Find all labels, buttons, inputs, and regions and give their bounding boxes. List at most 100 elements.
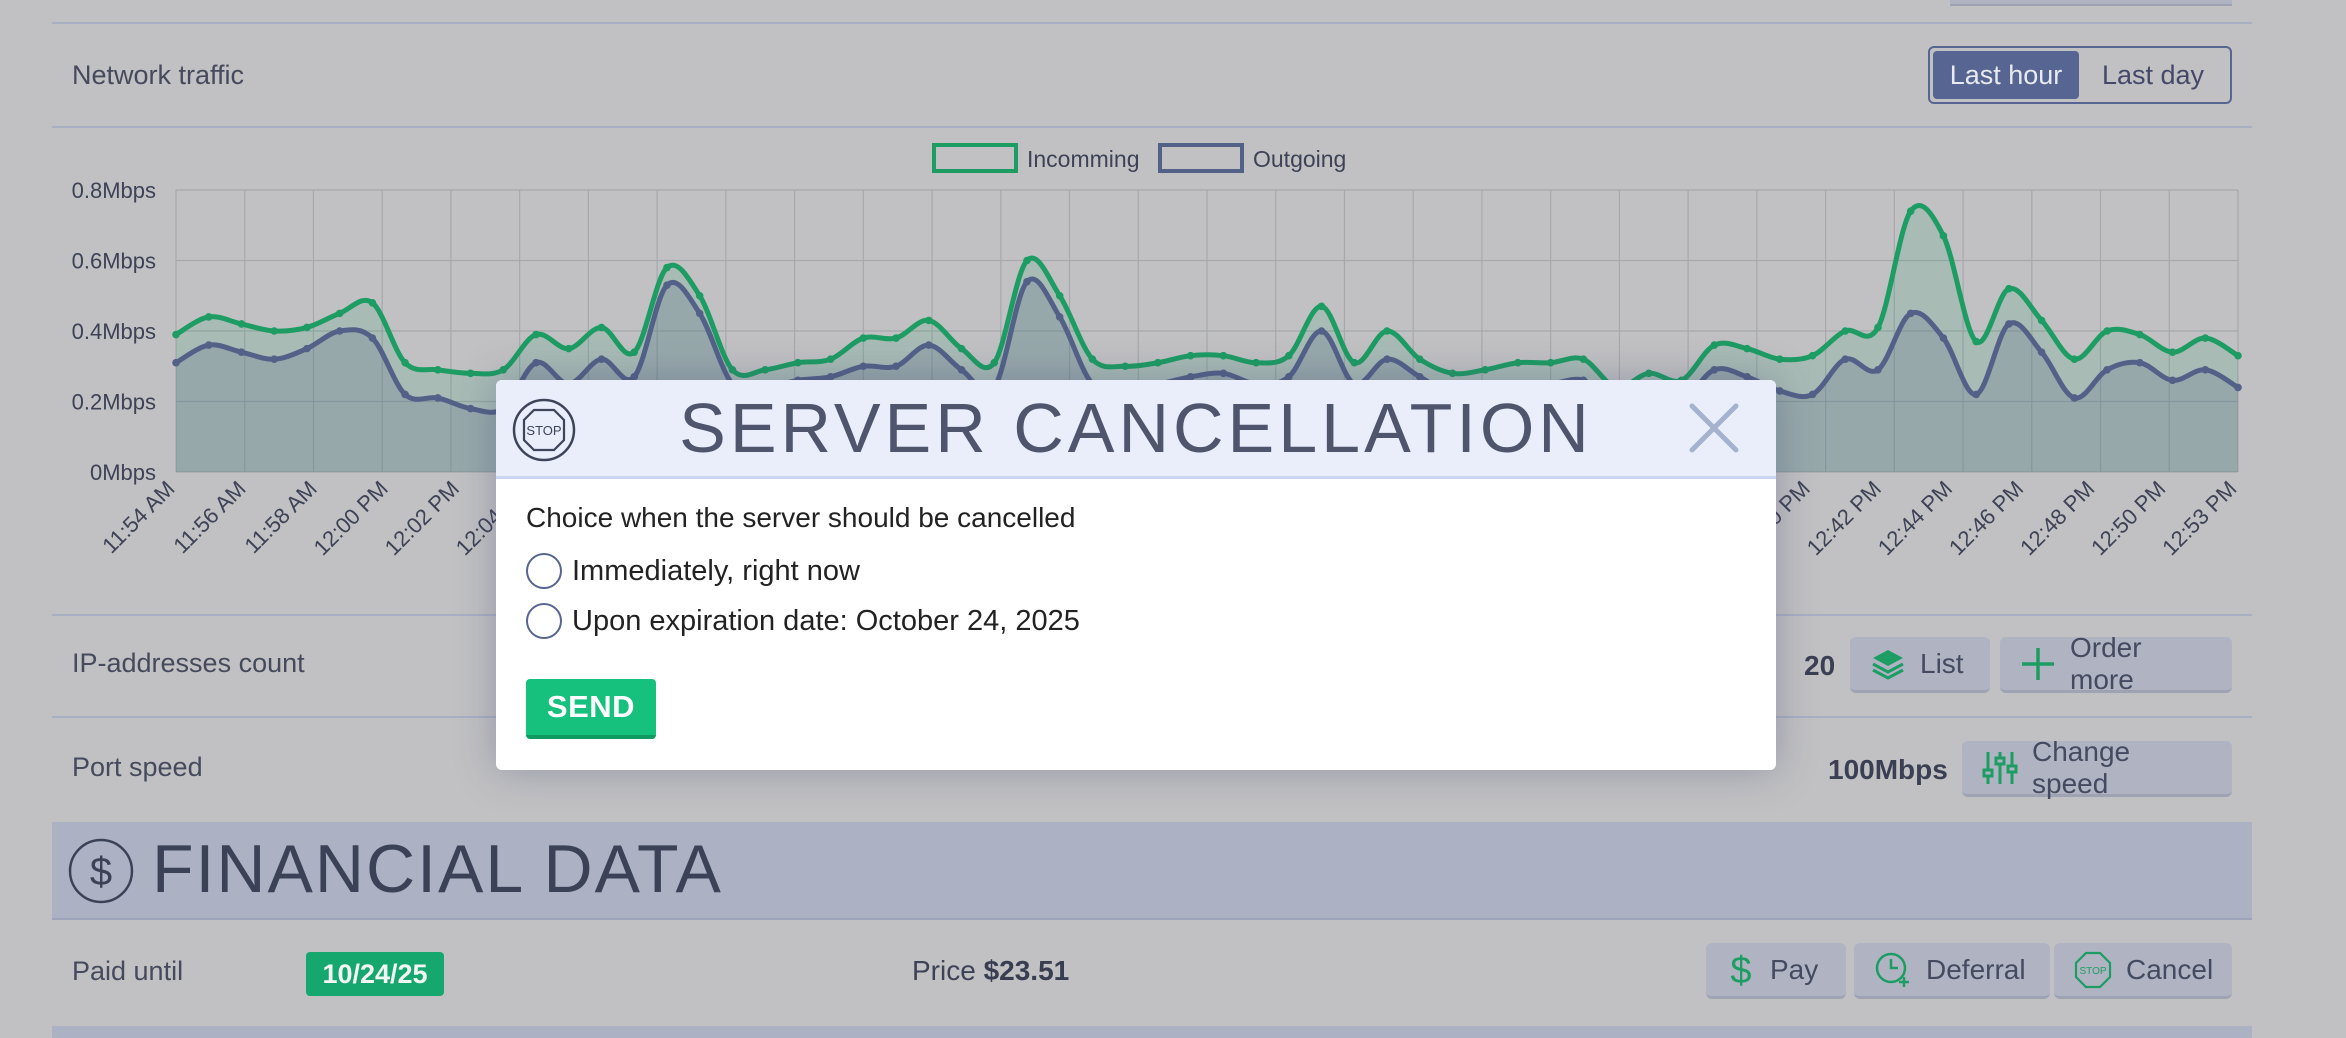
data-point xyxy=(957,344,966,353)
data-point xyxy=(172,358,180,367)
data-point xyxy=(237,320,246,328)
x-tick-label: 12:53 PM xyxy=(2157,476,2241,560)
legend-swatch-incomming xyxy=(932,143,1018,173)
data-point xyxy=(924,316,933,325)
data-point xyxy=(695,291,704,300)
data-point xyxy=(335,327,344,335)
data-point xyxy=(1448,369,1457,378)
data-point xyxy=(204,341,213,349)
data-point xyxy=(630,348,639,356)
paid-until-badge: 10/24/25 xyxy=(306,952,444,996)
data-point xyxy=(1088,355,1097,364)
x-tick-label: 12:48 PM xyxy=(2015,476,2099,560)
y-tick-label: 0.6Mbps xyxy=(72,249,156,274)
data-point xyxy=(892,334,900,342)
data-point xyxy=(1972,337,1980,346)
data-point xyxy=(466,369,475,378)
financial-data-title: FINANCIAL DATA xyxy=(152,831,723,907)
data-point xyxy=(859,362,868,371)
data-point xyxy=(728,365,737,374)
data-point xyxy=(1743,344,1751,353)
dollar-circle-icon: $ xyxy=(68,838,134,904)
data-point xyxy=(1775,387,1784,395)
data-point xyxy=(2005,284,2013,293)
data-point xyxy=(2037,316,2046,325)
deferral-label: Deferral xyxy=(1926,953,2026,985)
data-point xyxy=(1939,334,1948,342)
data-point xyxy=(1285,351,1293,360)
order-more-button[interactable]: Order more xyxy=(2000,632,2232,695)
data-point xyxy=(597,355,606,364)
cancel-button[interactable]: STOP Cancel xyxy=(2054,943,2232,999)
x-tick-label: 12:42 PM xyxy=(1802,476,1886,560)
data-point xyxy=(2103,327,2111,335)
data-point xyxy=(1317,327,1326,335)
data-point xyxy=(826,355,835,364)
next-row-edge xyxy=(52,1026,2252,1038)
data-point xyxy=(1514,358,1522,367)
section-divider xyxy=(52,22,2252,24)
data-point xyxy=(1055,313,1064,321)
y-tick-label: 0.8Mbps xyxy=(72,178,156,203)
data-point xyxy=(1055,291,1064,300)
data-point xyxy=(1841,327,1850,335)
data-point xyxy=(1154,358,1162,367)
option-expiration[interactable]: Upon expiration date: October 24, 2025 xyxy=(526,603,1080,639)
paid-until-label: Paid until xyxy=(72,956,184,986)
data-point xyxy=(2201,334,2210,342)
data-point xyxy=(1546,358,1555,367)
server-cancellation-modal: STOP SERVER CANCELLATION Choice when the… xyxy=(496,380,1776,770)
option-immediately-label: Immediately, right now xyxy=(572,554,860,587)
range-last-day-button[interactable]: Last day xyxy=(2083,51,2223,99)
data-point xyxy=(270,355,278,364)
order-more-label: Order more xyxy=(2070,631,2142,695)
ip-list-button[interactable]: List xyxy=(1850,637,1990,693)
data-point xyxy=(335,309,344,318)
data-point xyxy=(2005,320,2013,328)
data-point xyxy=(1415,355,1424,364)
ip-count-value: 20 xyxy=(1804,650,1836,681)
x-tick-label: 12:50 PM xyxy=(2086,476,2170,560)
price-value: $23.51 xyxy=(983,955,1070,986)
x-tick-label: 12:44 PM xyxy=(1873,476,1957,560)
data-point xyxy=(1350,358,1359,367)
svg-text:$: $ xyxy=(90,850,112,894)
data-point xyxy=(1808,351,1817,360)
data-point xyxy=(1186,351,1195,360)
change-speed-button[interactable]: Change speed xyxy=(1962,736,2232,799)
data-point xyxy=(1808,390,1817,399)
change-speed-label: Change speed xyxy=(2032,735,2131,799)
send-button[interactable]: SEND xyxy=(526,679,656,739)
modal-title: SERVER CANCELLATION xyxy=(679,389,1593,467)
data-point xyxy=(1874,323,1882,332)
cancel-label: Cancel xyxy=(2126,953,2214,985)
x-tick-label: 12:46 PM xyxy=(1944,476,2028,560)
data-point xyxy=(564,344,573,353)
y-tick-label: 0.2Mbps xyxy=(72,390,156,415)
deferral-button[interactable]: Deferral xyxy=(1854,943,2050,999)
radio-expiration[interactable] xyxy=(526,603,562,639)
data-point xyxy=(924,341,933,349)
data-point xyxy=(1874,365,1882,374)
range-last-hour-button[interactable]: Last hour xyxy=(1933,51,2079,99)
data-point xyxy=(1841,355,1850,364)
option-immediately[interactable]: Immediately, right now xyxy=(526,553,860,589)
data-point xyxy=(957,365,966,374)
radio-immediately[interactable] xyxy=(526,553,562,589)
data-point xyxy=(990,358,999,367)
data-point xyxy=(1710,341,1719,349)
data-point xyxy=(1383,355,1391,364)
data-point xyxy=(1317,302,1326,311)
data-point xyxy=(1906,207,1915,215)
data-point xyxy=(368,299,377,307)
data-point xyxy=(2201,365,2210,374)
data-point xyxy=(2168,348,2177,356)
data-point xyxy=(1121,362,1129,371)
port-speed-label: Port speed xyxy=(72,752,203,782)
x-tick-label: 11:58 AM xyxy=(239,476,321,558)
data-point xyxy=(2136,358,2144,367)
data-point xyxy=(1906,309,1915,318)
pay-button[interactable]: $ Pay xyxy=(1706,943,1846,999)
close-icon[interactable] xyxy=(1688,402,1740,454)
data-point xyxy=(663,263,671,272)
